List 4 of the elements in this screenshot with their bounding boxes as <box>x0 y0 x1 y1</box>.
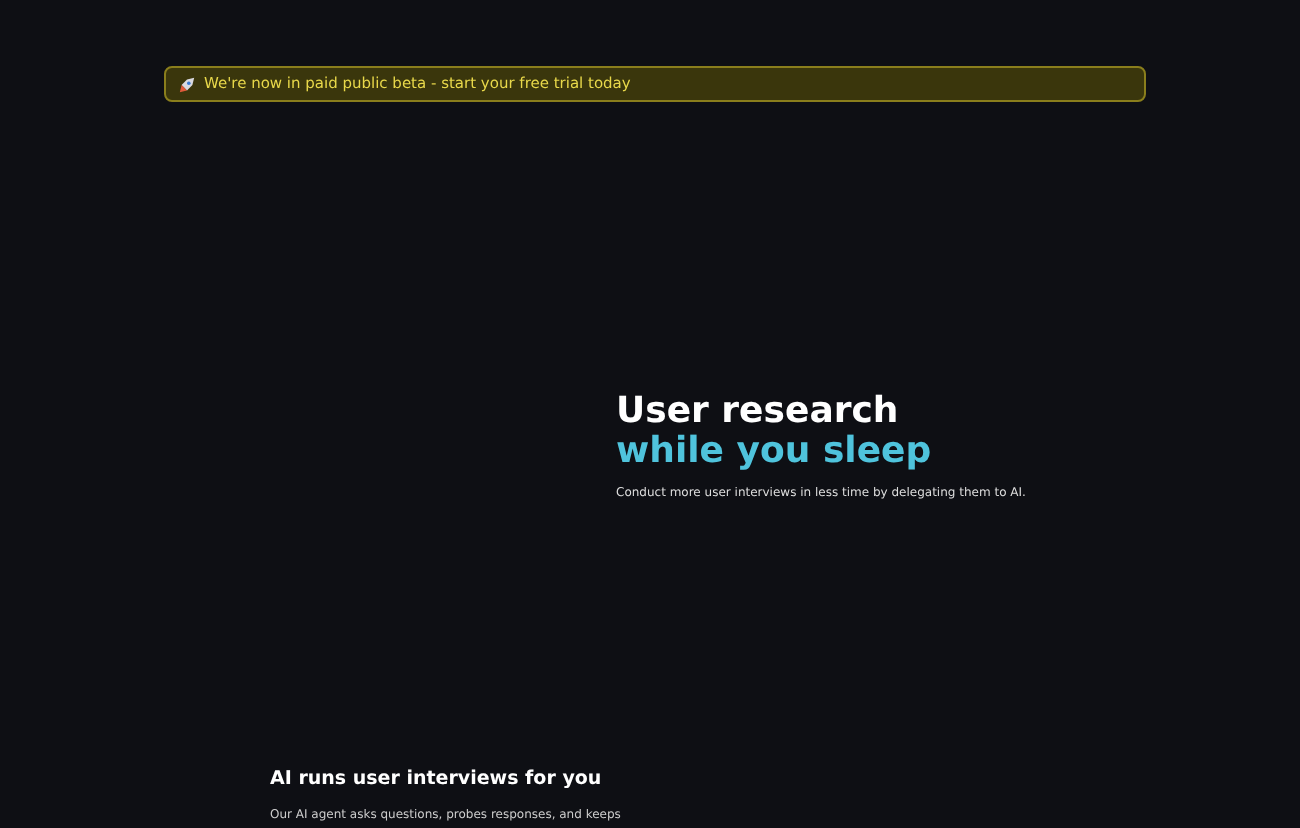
hero-title: User research <box>616 392 901 432</box>
section-heading: AI runs user interviews for you <box>270 766 604 794</box>
rocket-icon <box>178 75 196 93</box>
hero-title-highlight: while you sleep <box>616 432 934 472</box>
